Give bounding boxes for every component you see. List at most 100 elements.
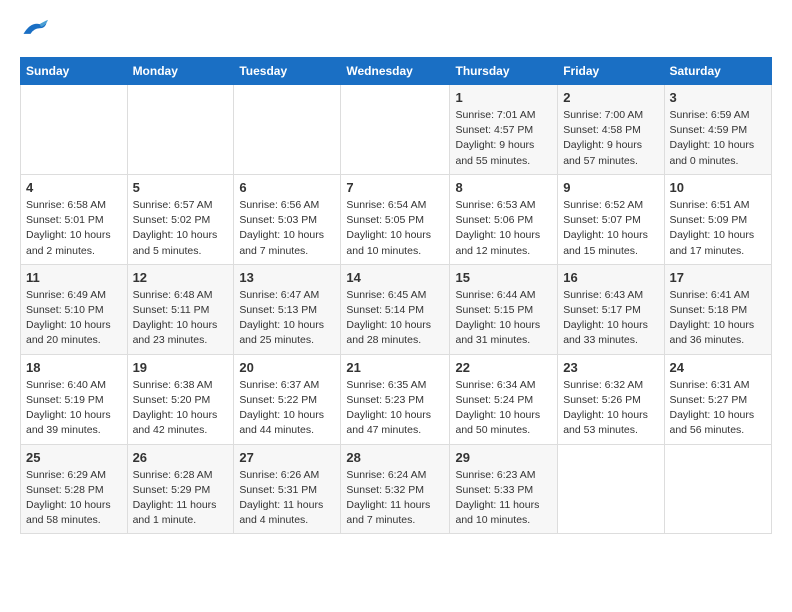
calendar-cell (664, 444, 772, 534)
calendar-cell: 9 Sunrise: 6:52 AM Sunset: 5:07 PM Daylig… (558, 174, 664, 264)
day-info: Sunrise: 6:23 AM Sunset: 5:33 PM Dayligh… (455, 468, 552, 529)
day-number: 29 (455, 450, 552, 465)
calendar-cell (21, 85, 128, 175)
calendar-cell: 10 Sunrise: 6:51 AM Sunset: 5:09 PM Dayli… (664, 174, 772, 264)
day-number: 20 (239, 360, 335, 375)
day-info: Sunrise: 6:59 AM Sunset: 4:59 PM Dayligh… (670, 108, 767, 169)
calendar-cell: 20 Sunrise: 6:37 AM Sunset: 5:22 PM Dayli… (234, 354, 341, 444)
calendar-cell (558, 444, 664, 534)
calendar-cell: 29 Sunrise: 6:23 AM Sunset: 5:33 PM Dayli… (450, 444, 558, 534)
day-info: Sunrise: 6:34 AM Sunset: 5:24 PM Dayligh… (455, 378, 552, 439)
day-number: 26 (133, 450, 229, 465)
header-cell-tuesday: Tuesday (234, 58, 341, 85)
day-info: Sunrise: 6:43 AM Sunset: 5:17 PM Dayligh… (563, 288, 658, 349)
header-row: SundayMondayTuesdayWednesdayThursdayFrid… (21, 58, 772, 85)
day-info: Sunrise: 7:01 AM Sunset: 4:57 PM Dayligh… (455, 108, 552, 169)
day-number: 19 (133, 360, 229, 375)
day-info: Sunrise: 6:45 AM Sunset: 5:14 PM Dayligh… (346, 288, 444, 349)
header-cell-monday: Monday (127, 58, 234, 85)
calendar-cell: 26 Sunrise: 6:28 AM Sunset: 5:29 PM Dayli… (127, 444, 234, 534)
calendar-cell (341, 85, 450, 175)
logo-icon (20, 18, 48, 40)
day-info: Sunrise: 6:29 AM Sunset: 5:28 PM Dayligh… (26, 468, 122, 529)
day-info: Sunrise: 7:00 AM Sunset: 4:58 PM Dayligh… (563, 108, 658, 169)
day-number: 4 (26, 180, 122, 195)
day-info: Sunrise: 6:26 AM Sunset: 5:31 PM Dayligh… (239, 468, 335, 529)
calendar-cell: 12Sunrise: 6:48 AM Sunset: 5:11 PM Dayli… (127, 264, 234, 354)
calendar-cell: 27 Sunrise: 6:26 AM Sunset: 5:31 PM Dayli… (234, 444, 341, 534)
day-info: Sunrise: 6:41 AM Sunset: 5:18 PM Dayligh… (670, 288, 767, 349)
calendar-cell: 1 Sunrise: 7:01 AM Sunset: 4:57 PM Daylig… (450, 85, 558, 175)
calendar-cell: 15 Sunrise: 6:44 AM Sunset: 5:15 PM Dayli… (450, 264, 558, 354)
day-number: 16 (563, 270, 658, 285)
calendar-cell: 25Sunrise: 6:29 AM Sunset: 5:28 PM Dayli… (21, 444, 128, 534)
day-number: 10 (670, 180, 767, 195)
calendar-cell: 4 Sunrise: 6:58 AM Sunset: 5:01 PM Daylig… (21, 174, 128, 264)
calendar-cell: 2Sunrise: 7:00 AM Sunset: 4:58 PM Daylig… (558, 85, 664, 175)
day-number: 9 (563, 180, 658, 195)
day-info: Sunrise: 6:49 AM Sunset: 5:10 PM Dayligh… (26, 288, 122, 349)
day-info: Sunrise: 6:40 AM Sunset: 5:19 PM Dayligh… (26, 378, 122, 439)
calendar-cell: 3 Sunrise: 6:59 AM Sunset: 4:59 PM Daylig… (664, 85, 772, 175)
day-info: Sunrise: 6:35 AM Sunset: 5:23 PM Dayligh… (346, 378, 444, 439)
week-row-4: 18 Sunrise: 6:40 AM Sunset: 5:19 PM Dayli… (21, 354, 772, 444)
day-info: Sunrise: 6:32 AM Sunset: 5:26 PM Dayligh… (563, 378, 658, 439)
day-info: Sunrise: 6:51 AM Sunset: 5:09 PM Dayligh… (670, 198, 767, 259)
calendar-cell: 21Sunrise: 6:35 AM Sunset: 5:23 PM Dayli… (341, 354, 450, 444)
page: SundayMondayTuesdayWednesdayThursdayFrid… (0, 0, 792, 544)
calendar-cell: 23 Sunrise: 6:32 AM Sunset: 5:26 PM Dayli… (558, 354, 664, 444)
day-info: Sunrise: 6:37 AM Sunset: 5:22 PM Dayligh… (239, 378, 335, 439)
day-info: Sunrise: 6:24 AM Sunset: 5:32 PM Dayligh… (346, 468, 444, 529)
calendar-cell: 16 Sunrise: 6:43 AM Sunset: 5:17 PM Dayli… (558, 264, 664, 354)
header-cell-friday: Friday (558, 58, 664, 85)
day-info: Sunrise: 6:58 AM Sunset: 5:01 PM Dayligh… (26, 198, 122, 259)
day-info: Sunrise: 6:54 AM Sunset: 5:05 PM Dayligh… (346, 198, 444, 259)
calendar-cell: 7 Sunrise: 6:54 AM Sunset: 5:05 PM Daylig… (341, 174, 450, 264)
calendar-cell (234, 85, 341, 175)
header-cell-thursday: Thursday (450, 58, 558, 85)
day-number: 27 (239, 450, 335, 465)
week-row-1: 1 Sunrise: 7:01 AM Sunset: 4:57 PM Daylig… (21, 85, 772, 175)
day-number: 3 (670, 90, 767, 105)
day-info: Sunrise: 6:53 AM Sunset: 5:06 PM Dayligh… (455, 198, 552, 259)
day-number: 22 (455, 360, 552, 375)
logo (20, 18, 52, 45)
day-number: 28 (346, 450, 444, 465)
calendar-cell: 13 Sunrise: 6:47 AM Sunset: 5:13 PM Dayli… (234, 264, 341, 354)
day-info: Sunrise: 6:44 AM Sunset: 5:15 PM Dayligh… (455, 288, 552, 349)
day-number: 17 (670, 270, 767, 285)
calendar-cell: 14 Sunrise: 6:45 AM Sunset: 5:14 PM Dayli… (341, 264, 450, 354)
day-number: 6 (239, 180, 335, 195)
day-number: 15 (455, 270, 552, 285)
header-cell-wednesday: Wednesday (341, 58, 450, 85)
day-number: 13 (239, 270, 335, 285)
day-info: Sunrise: 6:47 AM Sunset: 5:13 PM Dayligh… (239, 288, 335, 349)
day-number: 23 (563, 360, 658, 375)
day-number: 1 (455, 90, 552, 105)
day-info: Sunrise: 6:31 AM Sunset: 5:27 PM Dayligh… (670, 378, 767, 439)
day-number: 7 (346, 180, 444, 195)
calendar-cell: 24 Sunrise: 6:31 AM Sunset: 5:27 PM Dayli… (664, 354, 772, 444)
day-number: 24 (670, 360, 767, 375)
header-cell-sunday: Sunday (21, 58, 128, 85)
day-info: Sunrise: 6:52 AM Sunset: 5:07 PM Dayligh… (563, 198, 658, 259)
calendar-cell: 8 Sunrise: 6:53 AM Sunset: 5:06 PM Daylig… (450, 174, 558, 264)
calendar-cell: 19Sunrise: 6:38 AM Sunset: 5:20 PM Dayli… (127, 354, 234, 444)
header-cell-saturday: Saturday (664, 58, 772, 85)
calendar-cell: 17 Sunrise: 6:41 AM Sunset: 5:18 PM Dayli… (664, 264, 772, 354)
week-row-2: 4 Sunrise: 6:58 AM Sunset: 5:01 PM Daylig… (21, 174, 772, 264)
day-number: 8 (455, 180, 552, 195)
calendar-cell: 5Sunrise: 6:57 AM Sunset: 5:02 PM Daylig… (127, 174, 234, 264)
week-row-5: 25Sunrise: 6:29 AM Sunset: 5:28 PM Dayli… (21, 444, 772, 534)
calendar-cell: 6Sunrise: 6:56 AM Sunset: 5:03 PM Daylig… (234, 174, 341, 264)
day-info: Sunrise: 6:57 AM Sunset: 5:02 PM Dayligh… (133, 198, 229, 259)
day-number: 14 (346, 270, 444, 285)
week-row-3: 11 Sunrise: 6:49 AM Sunset: 5:10 PM Dayli… (21, 264, 772, 354)
calendar-cell: 28 Sunrise: 6:24 AM Sunset: 5:32 PM Dayli… (341, 444, 450, 534)
day-number: 11 (26, 270, 122, 285)
day-number: 18 (26, 360, 122, 375)
day-info: Sunrise: 6:28 AM Sunset: 5:29 PM Dayligh… (133, 468, 229, 529)
calendar-table: SundayMondayTuesdayWednesdayThursdayFrid… (20, 57, 772, 534)
day-number: 12 (133, 270, 229, 285)
calendar-cell: 22 Sunrise: 6:34 AM Sunset: 5:24 PM Dayli… (450, 354, 558, 444)
